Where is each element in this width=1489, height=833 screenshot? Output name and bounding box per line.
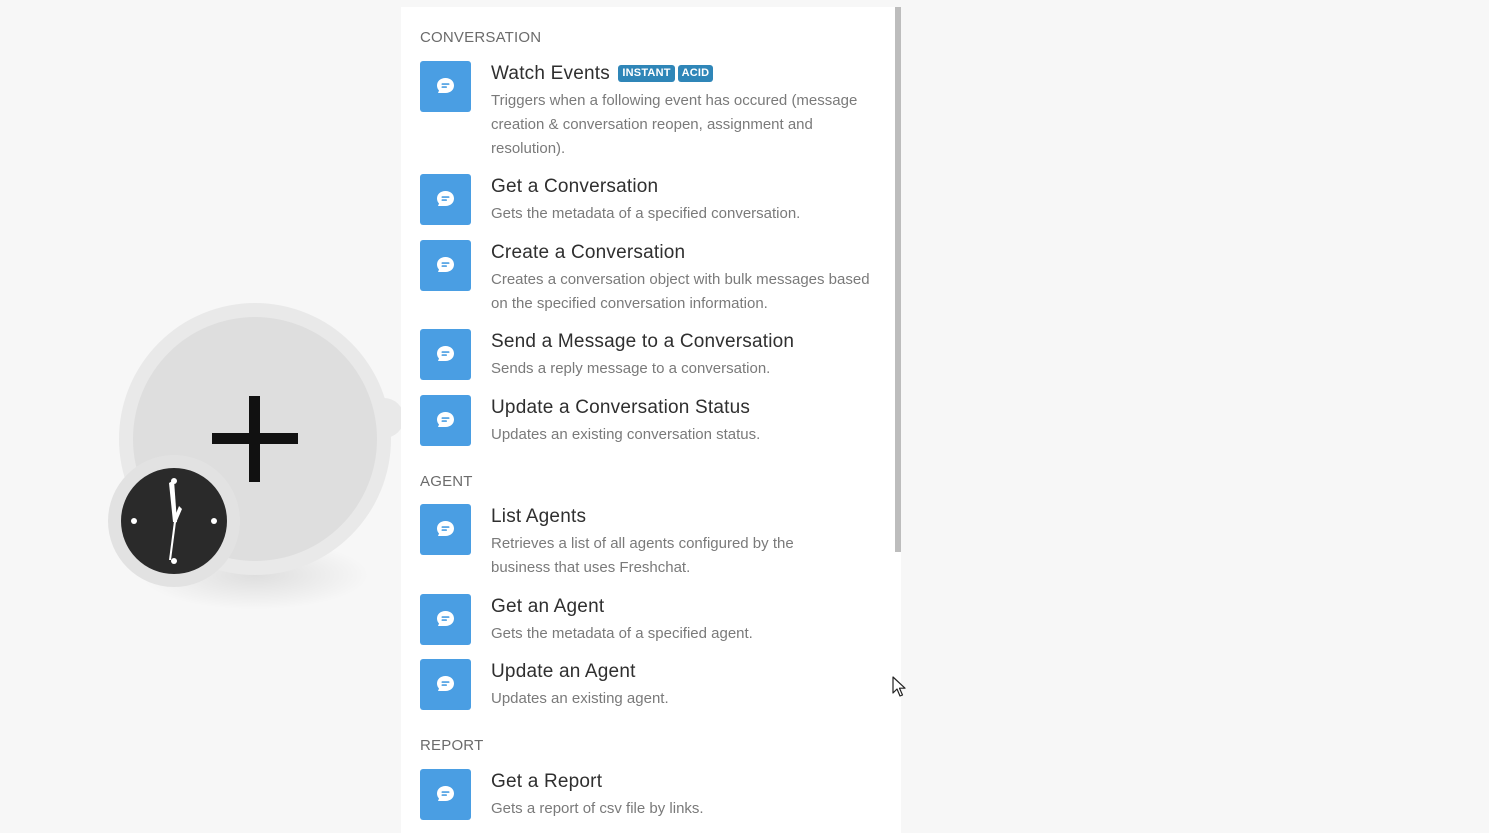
freshchat-icon [420, 769, 471, 820]
freshchat-icon [420, 504, 471, 555]
item-title: Get an Agent [491, 596, 605, 617]
freshchat-icon [420, 659, 471, 710]
section-title-conversation: CONVERSATION [420, 29, 542, 46]
freshchat-icon [420, 240, 471, 291]
module-list-panel: CONVERSATION Watch Events INSTANT ACID Tr… [401, 7, 901, 833]
freshchat-icon [420, 594, 471, 645]
item-description: Gets a report of csv file by links. [491, 800, 704, 817]
item-title: Update an Agent [491, 661, 636, 682]
item-description: Sends a reply message to a conversation. [491, 360, 771, 377]
scenario-canvas: CONVERSATION Watch Events INSTANT ACID Tr… [0, 0, 1489, 833]
item-title: Create a Conversation [491, 242, 686, 263]
acid-badge: ACID [677, 65, 714, 82]
section-title-report: REPORT [420, 737, 484, 754]
item-title: Update a Conversation Status [491, 397, 751, 418]
item-description: Retrieves a list of all agents configure… [491, 535, 794, 576]
item-description: Creates a conversation object with bulk … [491, 271, 870, 312]
item-title: Watch Events [491, 63, 610, 84]
mouse-pointer-icon [892, 676, 906, 703]
freshchat-icon [420, 61, 471, 112]
freshchat-icon [420, 395, 471, 446]
section-title-agent: AGENT [420, 473, 473, 490]
freshchat-icon [420, 329, 471, 380]
clock-icon[interactable] [121, 468, 227, 574]
item-title: Send a Message to a Conversation [491, 331, 795, 352]
item-title: Get a Conversation [491, 176, 659, 197]
item-description: Updates an existing agent. [491, 690, 669, 707]
item-title: Get a Report [491, 771, 603, 792]
item-description: Triggers when a following event has occu… [491, 92, 858, 157]
plus-icon-bar[interactable] [212, 433, 298, 444]
scrollbar-thumb[interactable] [895, 7, 901, 552]
freshchat-icon [420, 174, 471, 225]
instant-badge: INSTANT [618, 65, 675, 82]
item-description: Updates an existing conversation status. [491, 426, 761, 443]
item-description: Gets the metadata of a specified agent. [491, 625, 753, 642]
item-description: Gets the metadata of a specified convers… [491, 205, 801, 222]
item-title: List Agents [491, 506, 587, 527]
